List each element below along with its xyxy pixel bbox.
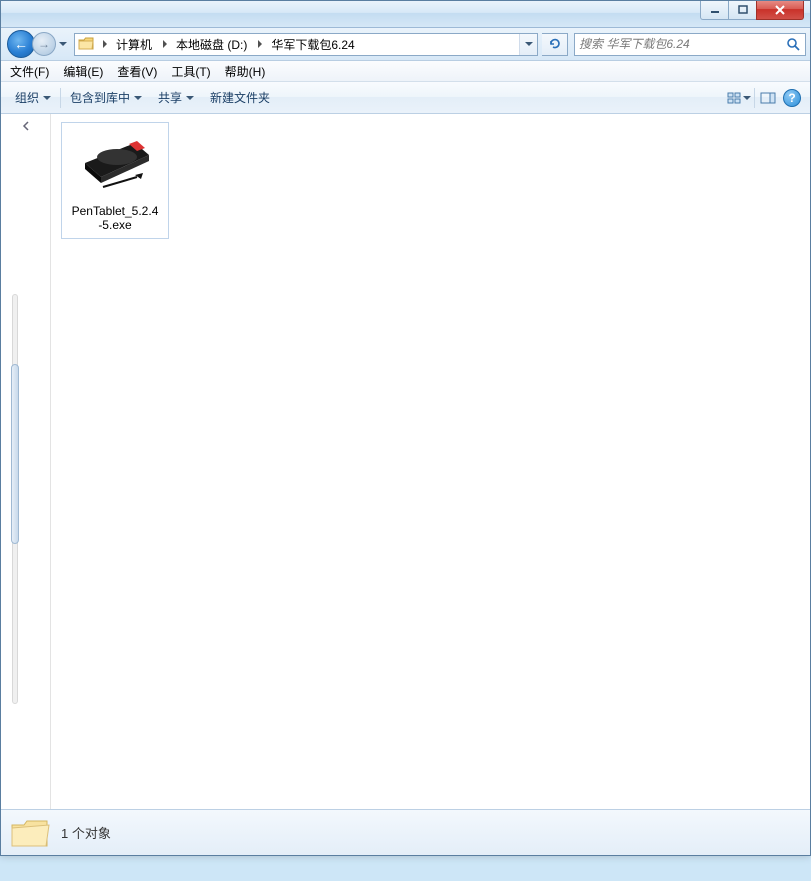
help-icon: ? (783, 89, 801, 107)
menubar: 文件(F) 编辑(E) 查看(V) 工具(T) 帮助(H) (1, 61, 810, 82)
arrow-left-icon: ← (14, 36, 28, 52)
file-list[interactable]: PenTablet_5.2.4 -5.exe (51, 114, 810, 809)
minimize-button[interactable] (700, 1, 729, 20)
menu-view[interactable]: 查看(V) (110, 61, 164, 82)
nav-buttons: ← → (7, 30, 70, 58)
newfolder-label: 新建文件夹 (210, 89, 270, 106)
folder-icon (9, 815, 51, 851)
chevron-down-icon (134, 96, 142, 100)
help-button[interactable]: ? (780, 86, 804, 110)
include-button[interactable]: 包含到库中 (62, 86, 150, 109)
file-thumbnail (70, 127, 160, 201)
separator (60, 88, 61, 108)
preview-pane-button[interactable] (756, 86, 780, 110)
address-bar[interactable]: 计算机 本地磁盘 (D:) 华军下载包6.24 (74, 33, 538, 56)
share-button[interactable]: 共享 (150, 86, 202, 109)
view-options-button[interactable] (725, 86, 753, 110)
arrow-right-icon: → (38, 37, 50, 51)
separator (754, 88, 755, 108)
menu-tools[interactable]: 工具(T) (164, 61, 217, 82)
file-name: PenTablet_5.2.4 -5.exe (72, 204, 159, 232)
organize-button[interactable]: 组织 (7, 86, 59, 109)
status-text: 1 个对象 (61, 823, 111, 842)
titlebar (1, 1, 810, 28)
chevron-right-icon (258, 40, 262, 48)
breadcrumb-folder[interactable]: 华军下载包6.24 (267, 34, 360, 55)
search-input[interactable] (575, 37, 781, 51)
navigation-pane[interactable] (1, 114, 51, 809)
breadcrumb-computer[interactable]: 计算机 (112, 34, 158, 55)
include-label: 包含到库中 (70, 89, 130, 106)
explorer-window: ← → 计算机 本地磁盘 (D:) 华军下载包6.24 文件 (0, 0, 811, 856)
chevron-down-icon (743, 96, 751, 100)
close-button[interactable] (756, 1, 804, 20)
back-button[interactable]: ← (7, 30, 35, 58)
chevron-right-icon (103, 40, 107, 48)
breadcrumb-sep[interactable] (98, 34, 112, 55)
folder-icon (76, 34, 96, 54)
preview-pane-icon (760, 92, 776, 104)
chevron-right-icon (163, 40, 167, 48)
organize-label: 组织 (15, 89, 39, 106)
breadcrumb-sep[interactable] (158, 34, 172, 55)
menu-file[interactable]: 文件(F) (3, 61, 56, 82)
search-box[interactable] (574, 33, 806, 56)
chevron-down-icon (525, 42, 533, 46)
newfolder-button[interactable]: 新建文件夹 (202, 86, 278, 109)
collapse-tree-icon[interactable] (20, 120, 32, 132)
toolbar: 组织 包含到库中 共享 新建文件夹 ? (1, 82, 810, 114)
file-item[interactable]: PenTablet_5.2.4 -5.exe (61, 122, 169, 239)
view-icon (727, 92, 741, 104)
menu-help[interactable]: 帮助(H) (218, 61, 273, 82)
chevron-down-icon (186, 96, 194, 100)
nav-history-dropdown[interactable] (56, 33, 70, 55)
search-icon[interactable] (781, 34, 805, 55)
chevron-down-icon (43, 96, 51, 100)
chevron-down-icon (59, 42, 67, 46)
navpane-scroll-thumb[interactable] (11, 364, 19, 544)
share-label: 共享 (158, 89, 182, 106)
statusbar: 1 个对象 (1, 809, 810, 855)
forward-button[interactable]: → (32, 32, 56, 56)
content-area: PenTablet_5.2.4 -5.exe (1, 114, 810, 809)
breadcrumb-drive[interactable]: 本地磁盘 (D:) (172, 34, 253, 55)
navigation-row: ← → 计算机 本地磁盘 (D:) 华军下载包6.24 (1, 28, 810, 61)
refresh-button[interactable] (542, 33, 568, 56)
address-dropdown[interactable] (519, 34, 537, 55)
menu-edit[interactable]: 编辑(E) (56, 61, 110, 82)
maximize-button[interactable] (728, 1, 757, 20)
breadcrumb-sep[interactable] (253, 34, 267, 55)
